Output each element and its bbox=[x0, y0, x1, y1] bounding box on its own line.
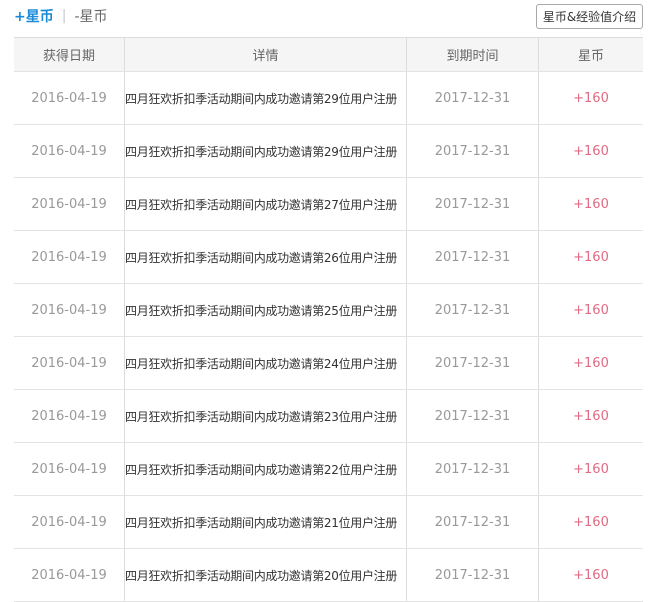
row-coins: +160 bbox=[538, 231, 643, 283]
row-coins: +160 bbox=[538, 337, 643, 389]
row-date: 2016-04-19 bbox=[31, 302, 107, 318]
row-date: 2016-04-19 bbox=[31, 249, 107, 265]
table-row: 2016-04-19 四月狂欢折扣季活动期间内成功邀请第25位用户注册 2017-1… bbox=[14, 284, 643, 337]
table-row: 2016-04-19 四月狂欢折扣季活动期间内成功邀请第24位用户注册 2017-1… bbox=[14, 337, 643, 390]
row-detail: 四月狂欢折扣季活动期间内成功邀请第25位用户注册 bbox=[124, 284, 407, 336]
row-detail: 四月狂欢折扣季活动期间内成功邀请第20位用户注册 bbox=[124, 549, 407, 601]
row-expiry: 2017-12-31 bbox=[434, 567, 511, 583]
row-coins: +160 bbox=[538, 178, 643, 230]
row-date: 2016-04-19 bbox=[31, 461, 107, 477]
tab-plus-coins[interactable]: +星币 bbox=[14, 6, 54, 26]
row-coins: +160 bbox=[538, 72, 643, 124]
table-row: 2016-04-19 四月狂欢折扣季活动期间内成功邀请第21位用户注册 2017-1… bbox=[14, 496, 643, 549]
table-row: 2016-04-19 四月狂欢折扣季活动期间内成功邀请第27位用户注册 2017-1… bbox=[14, 178, 643, 231]
table-row: 2016-04-19 四月狂欢折扣季活动期间内成功邀请第23位用户注册 2017-1… bbox=[14, 390, 643, 443]
table-row: 2016-04-19 四月狂欢折扣季活动期间内成功邀请第26位用户注册 2017-1… bbox=[14, 231, 643, 284]
row-expiry: 2017-12-31 bbox=[434, 249, 511, 265]
row-coins: +160 bbox=[538, 390, 643, 442]
row-coins: +160 bbox=[538, 284, 643, 336]
coin-exp-intro-button[interactable]: 星币&经验值介绍 bbox=[536, 4, 643, 29]
row-detail: 四月狂欢折扣季活动期间内成功邀请第26位用户注册 bbox=[124, 231, 407, 283]
row-expiry: 2017-12-31 bbox=[434, 143, 511, 159]
row-date: 2016-04-19 bbox=[31, 567, 107, 583]
table-row: 2016-04-19 四月狂欢折扣季活动期间内成功邀请第29位用户注册 2017-1… bbox=[14, 72, 643, 125]
coin-records-table: 获得日期 详情 到期时间 星币 2016-04-19 四月狂欢折扣季活动期间内成功… bbox=[14, 37, 643, 602]
row-expiry: 2017-12-31 bbox=[434, 302, 511, 318]
table-row: 2016-04-19 四月狂欢折扣季活动期间内成功邀请第22位用户注册 2017-1… bbox=[14, 443, 643, 496]
header-detail: 详情 bbox=[124, 38, 407, 71]
row-coins: +160 bbox=[538, 125, 643, 177]
row-detail: 四月狂欢折扣季活动期间内成功邀请第29位用户注册 bbox=[124, 125, 407, 177]
row-date: 2016-04-19 bbox=[31, 514, 107, 530]
tab-minus-coins[interactable]: -星币 bbox=[74, 6, 107, 26]
row-detail: 四月狂欢折扣季活动期间内成功邀请第23位用户注册 bbox=[124, 390, 407, 442]
row-expiry: 2017-12-31 bbox=[434, 90, 511, 106]
row-coins: +160 bbox=[538, 549, 643, 601]
row-coins: +160 bbox=[538, 443, 643, 495]
row-detail: 四月狂欢折扣季活动期间内成功邀请第21位用户注册 bbox=[124, 496, 407, 548]
row-date: 2016-04-19 bbox=[31, 143, 107, 159]
row-expiry: 2017-12-31 bbox=[434, 514, 511, 530]
table-row: 2016-04-19 四月狂欢折扣季活动期间内成功邀请第29位用户注册 2017-1… bbox=[14, 125, 643, 178]
header-date: 获得日期 bbox=[42, 49, 95, 64]
table-row: 2016-04-19 四月狂欢折扣季活动期间内成功邀请第20位用户注册 2017-1… bbox=[14, 549, 643, 602]
coin-tabs: +星币 | -星币 bbox=[14, 4, 108, 28]
row-date: 2016-04-19 bbox=[31, 355, 107, 371]
header-coins: 星币 bbox=[538, 38, 643, 71]
row-date: 2016-04-19 bbox=[31, 196, 107, 212]
table-header-row: 获得日期 详情 到期时间 星币 bbox=[14, 38, 643, 72]
row-expiry: 2017-12-31 bbox=[434, 355, 511, 371]
row-expiry: 2017-12-31 bbox=[434, 196, 511, 212]
row-detail: 四月狂欢折扣季活动期间内成功邀请第24位用户注册 bbox=[124, 337, 407, 389]
tab-separator: | bbox=[61, 8, 67, 24]
row-detail: 四月狂欢折扣季活动期间内成功邀请第29位用户注册 bbox=[124, 72, 407, 124]
row-expiry: 2017-12-31 bbox=[434, 408, 511, 424]
row-expiry: 2017-12-31 bbox=[434, 461, 511, 477]
row-detail: 四月狂欢折扣季活动期间内成功邀请第22位用户注册 bbox=[124, 443, 407, 495]
row-detail: 四月狂欢折扣季活动期间内成功邀请第27位用户注册 bbox=[124, 178, 407, 230]
row-coins: +160 bbox=[538, 496, 643, 548]
row-date: 2016-04-19 bbox=[31, 408, 107, 424]
header-expiry: 到期时间 bbox=[446, 49, 499, 64]
row-date: 2016-04-19 bbox=[31, 90, 107, 106]
